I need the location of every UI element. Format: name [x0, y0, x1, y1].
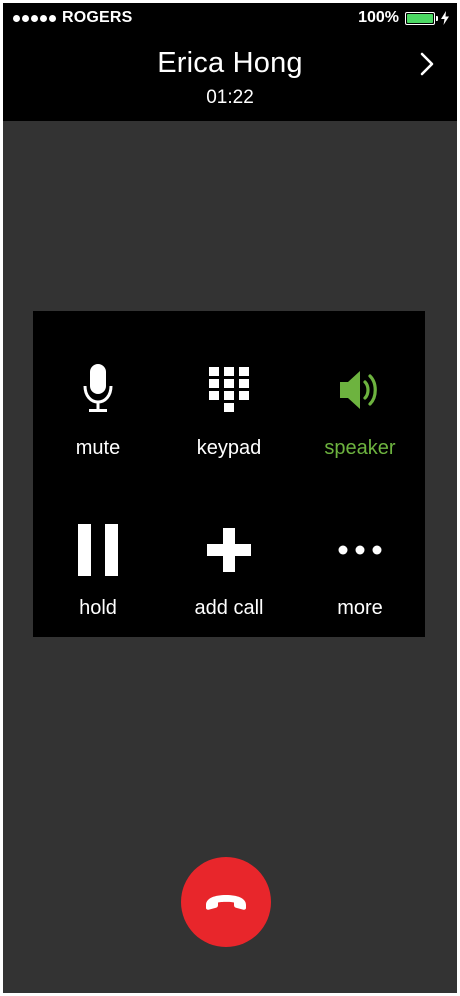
call-controls-panel: mute keypad speaker hold add call more [33, 311, 425, 637]
end-call-icon [206, 895, 246, 910]
chevron-right-icon[interactable] [419, 51, 435, 77]
speaker-icon [340, 371, 377, 409]
battery-status: 100% [358, 9, 449, 27]
hold-button[interactable]: hold [33, 515, 163, 635]
plus-icon [207, 528, 251, 572]
caller-name: Erica Hong [157, 47, 303, 79]
carrier-info: ROGERS [13, 9, 133, 27]
call-duration: 01:22 [206, 87, 254, 108]
keypad-label: keypad [196, 437, 262, 459]
add-call-label: add call [194, 597, 264, 619]
add-call-button[interactable]: add call [164, 515, 294, 635]
speaker-label: speaker [324, 437, 396, 459]
mute-button[interactable]: mute [33, 355, 163, 475]
battery-percent: 100% [358, 9, 399, 26]
call-screen: ROGERS 100% Erica Hong 01:22 mute keypad… [3, 3, 457, 993]
hold-label: hold [79, 597, 117, 619]
keypad-button[interactable]: keypad [164, 355, 294, 475]
status-bar: ROGERS 100% [3, 3, 457, 33]
keypad-grid-icon [209, 367, 249, 412]
speaker-button[interactable]: speaker [295, 355, 425, 475]
carrier-name: ROGERS [62, 9, 133, 26]
more-button[interactable]: more [295, 515, 425, 635]
ellipsis-icon [338, 545, 382, 555]
end-call-button[interactable] [181, 857, 271, 947]
mute-label: mute [75, 437, 121, 459]
signal-strength-icon [13, 14, 58, 22]
battery-fill [407, 13, 433, 23]
charging-bolt-icon [441, 11, 449, 25]
battery-icon [405, 11, 438, 25]
more-label: more [337, 597, 383, 619]
microphone-icon [83, 364, 113, 412]
call-header: ROGERS 100% Erica Hong 01:22 [3, 3, 457, 121]
pause-icon [78, 524, 118, 576]
